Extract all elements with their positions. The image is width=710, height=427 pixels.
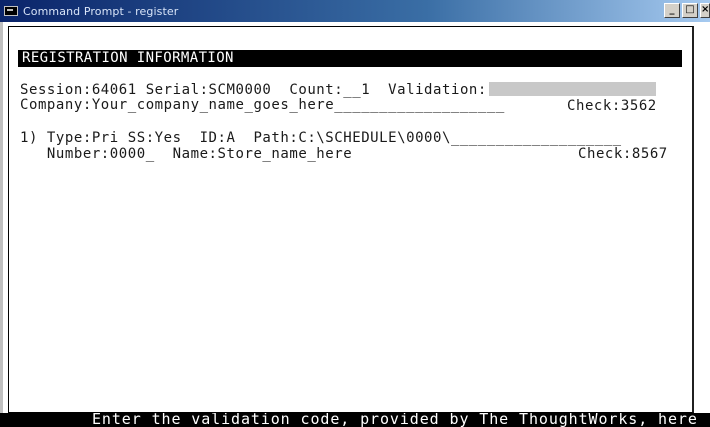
session-info-line: Session:64061 Serial:SCM0000 Count:__1 V… — [20, 82, 487, 98]
window-title: Command Prompt - register — [23, 4, 179, 18]
minimize-button[interactable]: _ — [664, 3, 680, 18]
company-check: Check:3562 — [567, 98, 657, 114]
close-button[interactable]: × — [700, 3, 710, 18]
window-titlebar[interactable]: Command Prompt - register _ □ × — [0, 0, 710, 22]
company-field[interactable]: Company:Your_company_name_goes_here_____… — [20, 97, 505, 113]
validation-input[interactable] — [489, 82, 656, 96]
maximize-button[interactable]: □ — [682, 3, 698, 18]
status-prompt-text: Enter the validation code, provided by T… — [92, 413, 698, 427]
console-right-margin — [694, 22, 710, 413]
window-left-edge — [0, 22, 3, 413]
store-entry-detail[interactable]: Number:0000_ Name:Store_name_here — [20, 146, 352, 162]
status-prompt-bar: Enter the validation code, provided by T… — [0, 413, 710, 427]
store-entry-line[interactable]: 1) Type:Pri SS:Yes ID:A Path:C:\SCHEDULE… — [20, 130, 622, 146]
panel-title: REGISTRATION INFORMATION — [22, 50, 234, 66]
window-controls: _ □ × — [664, 3, 710, 18]
store-entry-check: Check:8567 — [578, 146, 668, 162]
panel-header: REGISTRATION INFORMATION — [18, 50, 682, 67]
console-app-icon[interactable] — [4, 6, 18, 16]
